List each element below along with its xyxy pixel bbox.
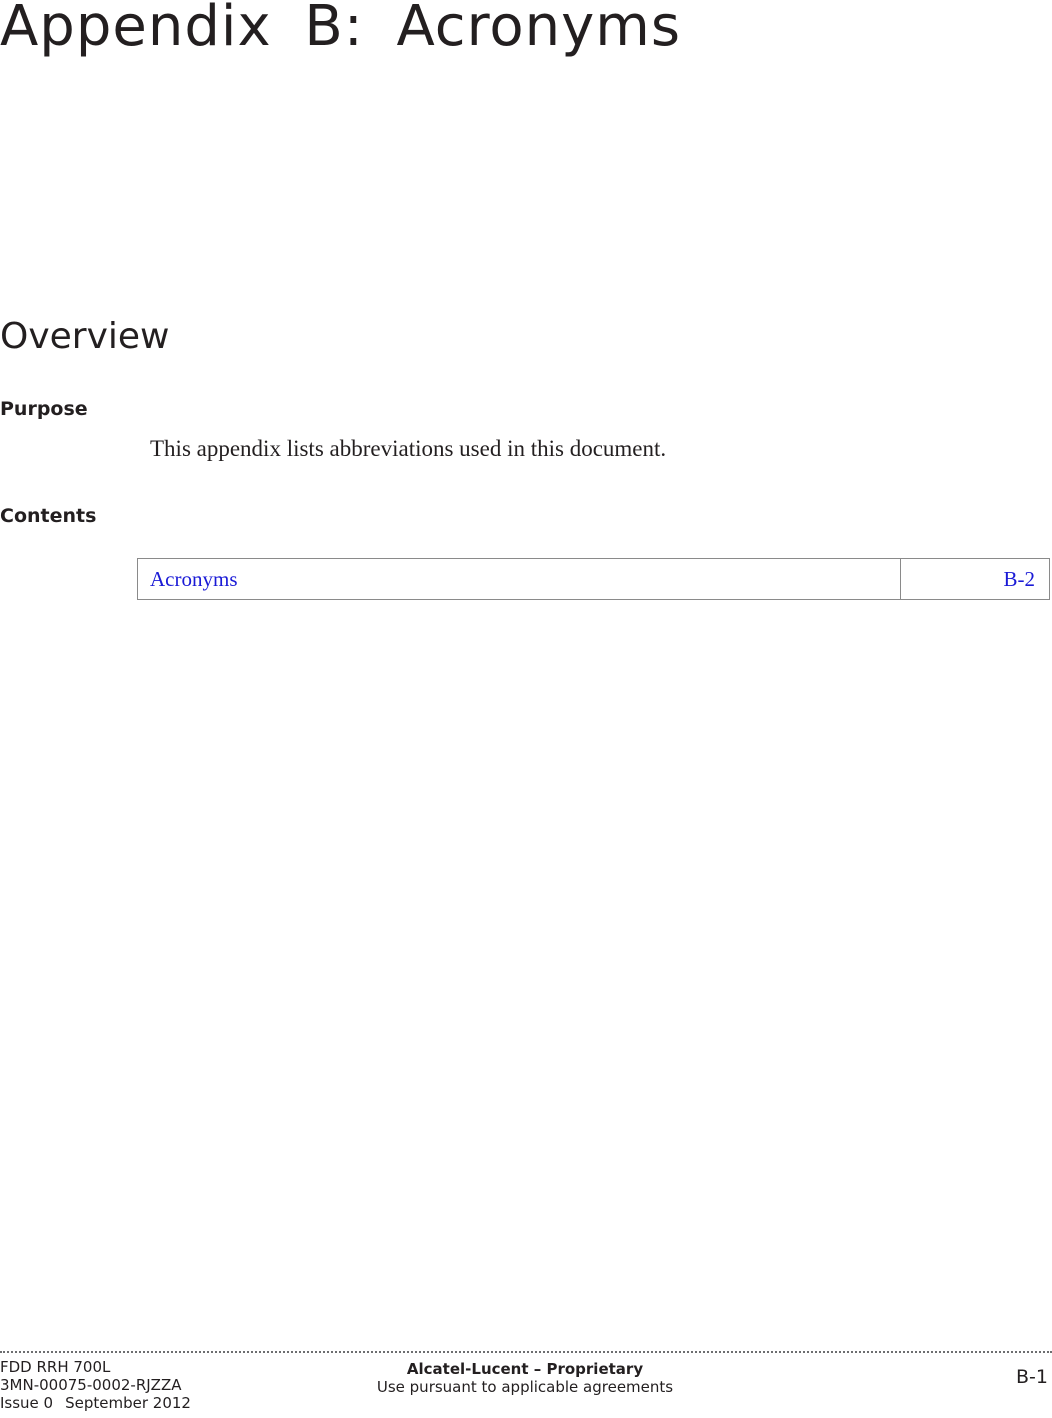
footer-doc-info: FDD RRH 700L 3MN-00075-0002-RJZZA Issue … [0,1358,191,1412]
footer-divider [0,1351,1052,1353]
toc-page-link[interactable]: B-2 [901,559,1049,599]
footer-doc-number: 3MN-00075-0002-RJZZA [0,1376,182,1394]
footer-usage: Use pursuant to applicable agreements [376,1378,674,1396]
footer-product: FDD RRH 700L [0,1358,111,1376]
footer-issue: Issue 0 [0,1394,54,1412]
contents-table: Acronyms B-2 [137,558,1050,600]
section-title-overview: Overview [0,316,170,357]
footer-company: Alcatel-Lucent – Proprietary [406,1360,644,1378]
footer-issue-line: Issue 0 September 2012 [0,1394,191,1412]
chapter-title: Appendix B: Acronyms [0,0,682,59]
footer-page-number: B-1 [1016,1366,1048,1388]
purpose-heading: Purpose [0,398,88,420]
contents-heading: Contents [0,505,97,527]
purpose-text: This appendix lists abbreviations used i… [150,436,667,461]
footer-date: September 2012 [65,1394,191,1412]
footer-legal: Alcatel-Lucent – Proprietary Use pursuan… [350,1360,700,1396]
toc-entry-acronyms-link[interactable]: Acronyms [138,559,901,599]
